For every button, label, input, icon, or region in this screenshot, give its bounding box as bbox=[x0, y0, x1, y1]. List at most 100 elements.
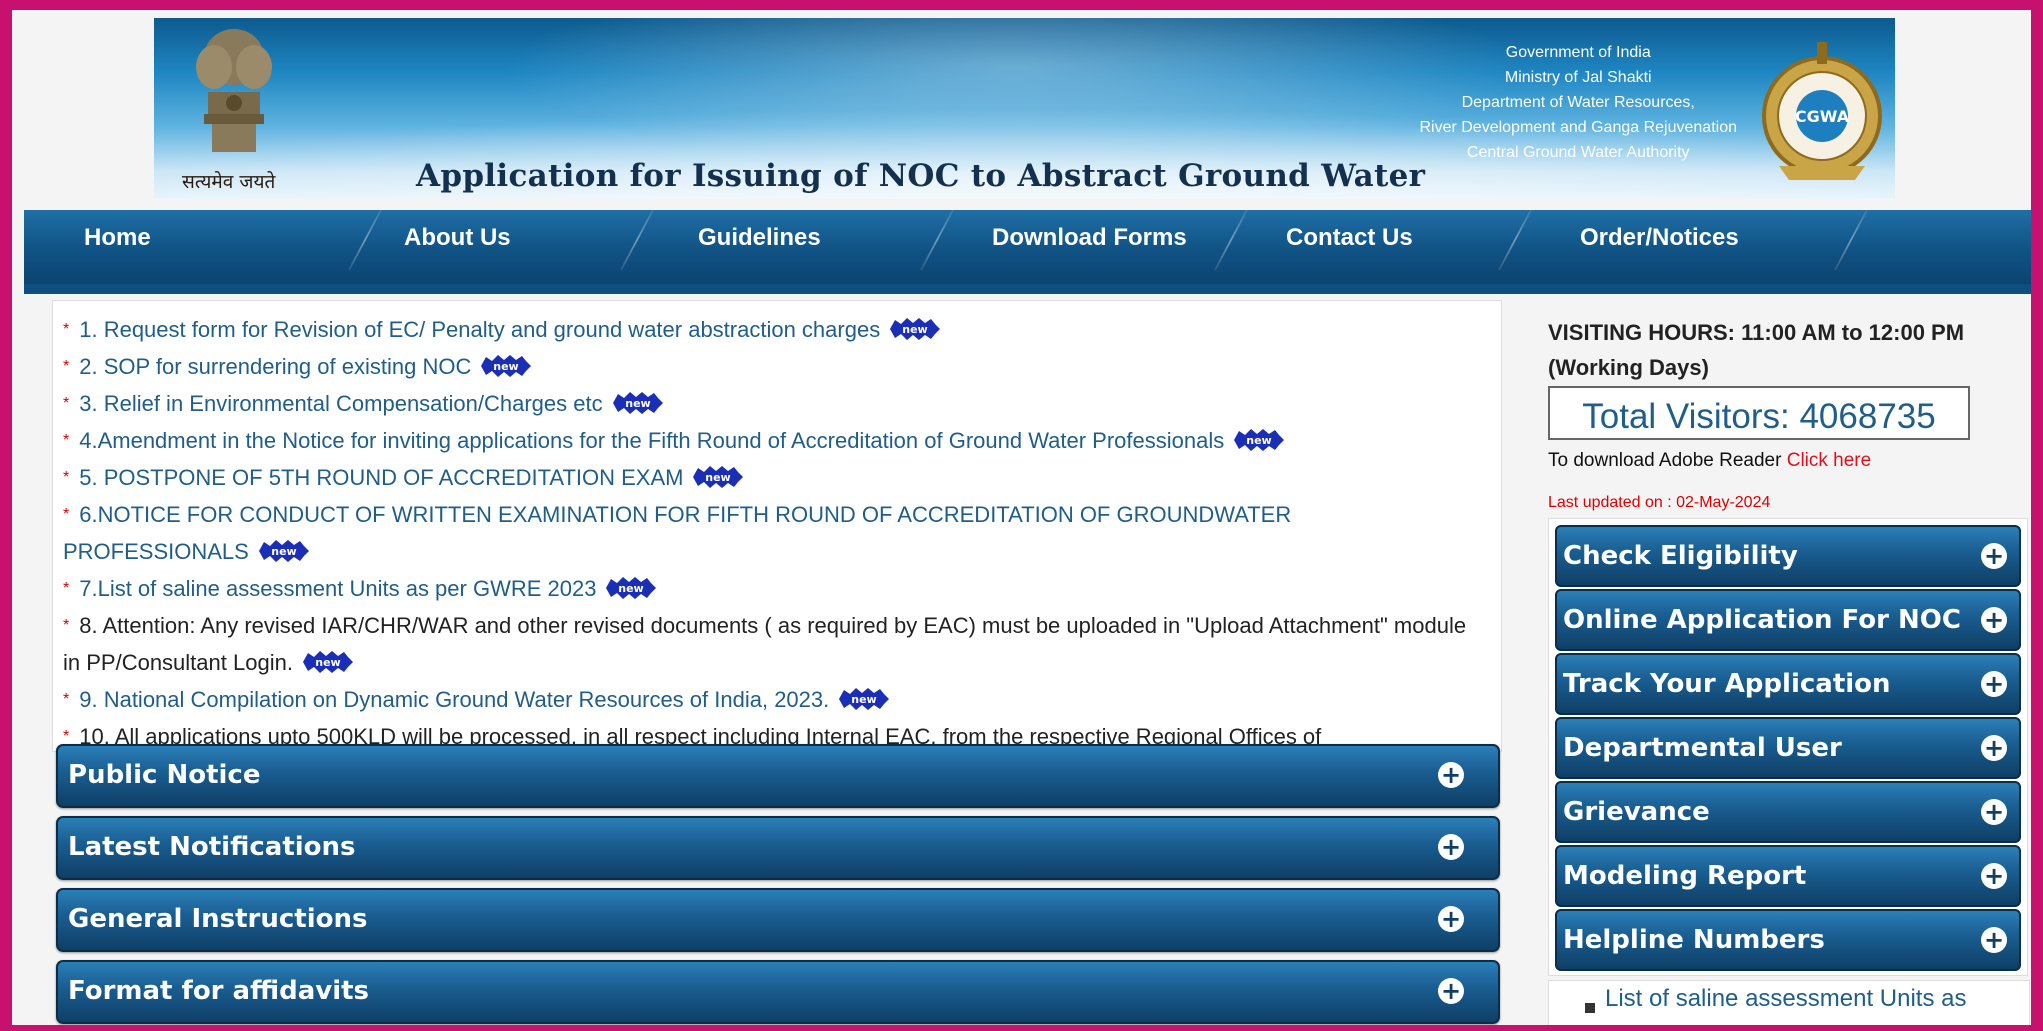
svg-text:new: new bbox=[625, 397, 650, 410]
accordion-public-notice[interactable]: Public Notice + bbox=[56, 744, 1500, 808]
menu-helpline-numbers[interactable]: Helpline Numbers + bbox=[1555, 909, 2021, 971]
new-badge-icon: new bbox=[890, 318, 941, 341]
menu-check-eligibility[interactable]: Check Eligibility + bbox=[1555, 525, 2021, 587]
accordion-latest-notifications[interactable]: Latest Notifications + bbox=[56, 816, 1500, 880]
nav-home[interactable]: Home bbox=[84, 210, 151, 270]
menu-track-application[interactable]: Track Your Application + bbox=[1555, 653, 2021, 715]
new-badge-icon: new bbox=[693, 466, 744, 489]
asterisk-icon: * bbox=[63, 321, 70, 338]
plus-icon[interactable]: + bbox=[1981, 543, 2007, 569]
plus-icon[interactable]: + bbox=[1981, 799, 2007, 825]
news-text[interactable]: 2. SOP for surrendering of existing NOC bbox=[79, 354, 471, 379]
gov-line: Department of Water Resources, bbox=[1461, 94, 1695, 111]
accordion-general-instructions[interactable]: General Instructions + bbox=[56, 888, 1500, 952]
news-text[interactable]: 5. POSTPONE OF 5TH ROUND OF ACCREDITATIO… bbox=[79, 465, 683, 490]
menu-label: Departmental User bbox=[1563, 733, 1842, 763]
nav-guidelines[interactable]: Guidelines bbox=[698, 210, 821, 270]
header-banner: सत्यमेव जयते Application for Issuing of … bbox=[154, 18, 1895, 199]
accordion-label: Format for affidavits bbox=[68, 976, 370, 1006]
accordion-label: Public Notice bbox=[68, 760, 261, 790]
news-item[interactable]: * 8. Attention: Any revised IAR/CHR/WAR a… bbox=[63, 607, 1473, 681]
svg-text:new: new bbox=[315, 656, 340, 669]
svg-text:new: new bbox=[271, 545, 296, 558]
news-list: * 1. Request form for Revision of EC/ Pen… bbox=[63, 311, 1473, 751]
plus-icon[interactable]: + bbox=[1438, 906, 1464, 932]
menu-departmental-user[interactable]: Departmental User + bbox=[1555, 717, 2021, 779]
application-title: Application for Issuing of NOC to Abstra… bbox=[416, 158, 1426, 194]
adobe-reader-note: To download Adobe Reader Click here bbox=[1548, 450, 1871, 472]
news-scroller: * 1. Request form for Revision of EC/ Pen… bbox=[52, 300, 1502, 752]
news-item[interactable]: * 7.List of saline assessment Units as pe… bbox=[63, 570, 1473, 607]
menu-label: Track Your Application bbox=[1563, 669, 1891, 699]
visitor-counter: Total Visitors: 4068735 bbox=[1548, 386, 1970, 440]
cgwa-logo-icon: CGWA bbox=[1762, 42, 1882, 180]
plus-icon[interactable]: + bbox=[1981, 671, 2007, 697]
gov-line: Ministry of Jal Shakti bbox=[1504, 69, 1652, 86]
svg-text:new: new bbox=[494, 360, 519, 373]
news-text[interactable]: 9. National Compilation on Dynamic Groun… bbox=[79, 687, 829, 712]
asterisk-icon: * bbox=[63, 395, 70, 412]
page-frame: सत्यमेव जयते Application for Issuing of … bbox=[12, 10, 2031, 1025]
news-text[interactable]: 8. Attention: Any revised IAR/CHR/WAR an… bbox=[63, 613, 1466, 675]
news-item[interactable]: * 6.NOTICE FOR CONDUCT OF WRITTEN EXAMINA… bbox=[63, 496, 1473, 570]
new-badge-icon: new bbox=[302, 651, 353, 674]
accordion-format-affidavits[interactable]: Format for affidavits + bbox=[56, 960, 1500, 1024]
plus-icon[interactable]: + bbox=[1438, 834, 1464, 860]
saline-notice-panel: List of saline assessment Units as bbox=[1548, 980, 2030, 1025]
side-menu: Check Eligibility + Online Application F… bbox=[1548, 518, 2028, 976]
news-item[interactable]: * 1. Request form for Revision of EC/ Pen… bbox=[63, 311, 1473, 348]
asterisk-icon: * bbox=[63, 469, 70, 486]
plus-icon[interactable]: + bbox=[1438, 762, 1464, 788]
bullet-icon bbox=[1585, 1003, 1595, 1013]
news-text[interactable]: 1. Request form for Revision of EC/ Pena… bbox=[79, 317, 880, 342]
plus-icon[interactable]: + bbox=[1981, 927, 2007, 953]
accordion-label: Latest Notifications bbox=[68, 832, 356, 862]
adobe-download-link[interactable]: Click here bbox=[1787, 450, 1871, 471]
menu-online-application[interactable]: Online Application For NOC + bbox=[1555, 589, 2021, 651]
government-lines: Government of India Ministry of Jal Shak… bbox=[1419, 40, 1737, 165]
nav-order-notices[interactable]: Order/Notices bbox=[1580, 210, 1739, 270]
svg-text:new: new bbox=[619, 582, 644, 595]
plus-icon[interactable]: + bbox=[1981, 863, 2007, 889]
news-item[interactable]: * 5. POSTPONE OF 5TH ROUND OF ACCREDITATI… bbox=[63, 459, 1473, 496]
menu-label: Grievance bbox=[1563, 797, 1710, 827]
menu-modeling-report[interactable]: Modeling Report + bbox=[1555, 845, 2021, 907]
asterisk-icon: * bbox=[63, 506, 70, 523]
svg-text:new: new bbox=[706, 471, 731, 484]
new-badge-icon: new bbox=[606, 577, 657, 600]
news-item[interactable]: * 2. SOP for surrendering of existing NOC… bbox=[63, 348, 1473, 385]
accordion-label: General Instructions bbox=[68, 904, 368, 934]
news-text[interactable]: 3. Relief in Environmental Compensation/… bbox=[79, 391, 602, 416]
saline-notice-link[interactable]: List of saline assessment Units as bbox=[1605, 985, 1967, 1013]
plus-icon[interactable]: + bbox=[1981, 607, 2007, 633]
asterisk-icon: * bbox=[63, 432, 70, 449]
visiting-hours: VISITING HOURS: 11:00 AM to 12:00 PM (Wo… bbox=[1548, 320, 1965, 380]
new-badge-icon: new bbox=[1234, 429, 1285, 452]
new-badge-icon: new bbox=[258, 540, 309, 563]
svg-text:CGWA: CGWA bbox=[1795, 107, 1850, 126]
nav-contact-us[interactable]: Contact Us bbox=[1286, 210, 1413, 270]
menu-grievance[interactable]: Grievance + bbox=[1555, 781, 2021, 843]
news-item[interactable]: * 9. National Compilation on Dynamic Grou… bbox=[63, 681, 1473, 718]
news-text[interactable]: 6.NOTICE FOR CONDUCT OF WRITTEN EXAMINAT… bbox=[63, 502, 1291, 564]
menu-label: Check Eligibility bbox=[1563, 541, 1798, 571]
plus-icon[interactable]: + bbox=[1981, 735, 2007, 761]
gov-line: Government of India bbox=[1505, 44, 1651, 61]
news-text[interactable]: 4.Amendment in the Notice for inviting a… bbox=[79, 428, 1224, 453]
main-nav: Home About Us Guidelines Download Forms … bbox=[24, 210, 2031, 294]
news-item[interactable]: * 3. Relief in Environmental Compensation… bbox=[63, 385, 1473, 422]
new-badge-icon: new bbox=[839, 688, 890, 711]
asterisk-icon: * bbox=[63, 358, 70, 375]
news-item[interactable]: * 4.Amendment in the Notice for inviting … bbox=[63, 422, 1473, 459]
motto-text: सत्यमेव जयते bbox=[182, 171, 276, 193]
asterisk-icon: * bbox=[63, 691, 70, 708]
svg-text:new: new bbox=[852, 693, 877, 706]
news-text[interactable]: 7.List of saline assessment Units as per… bbox=[79, 576, 596, 601]
gov-line: River Development and Ganga Rejuvenation bbox=[1419, 119, 1737, 136]
nav-download-forms[interactable]: Download Forms bbox=[992, 210, 1187, 270]
last-updated: Last updated on : 02-May-2024 bbox=[1548, 494, 1771, 511]
plus-icon[interactable]: + bbox=[1438, 978, 1464, 1004]
gov-line: Central Ground Water Authority bbox=[1466, 144, 1690, 161]
nav-about-us[interactable]: About Us bbox=[404, 210, 511, 270]
new-badge-icon: new bbox=[481, 355, 532, 378]
